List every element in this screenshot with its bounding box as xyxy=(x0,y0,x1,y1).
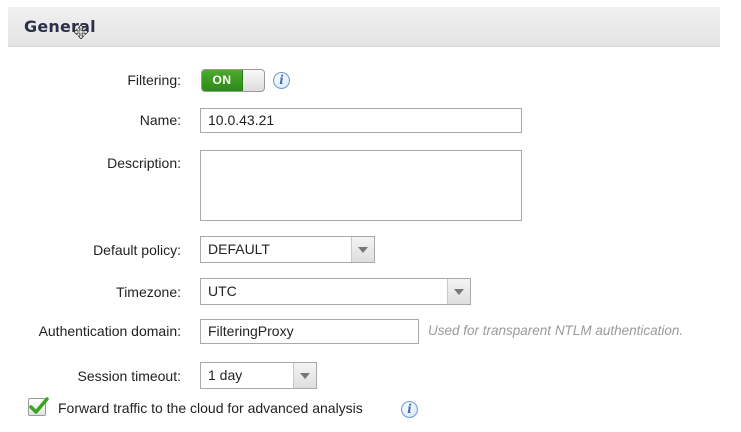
chevron-down-icon[interactable] xyxy=(351,237,374,262)
timezone-select[interactable]: UTC xyxy=(200,278,471,305)
session-timeout-value: 1 day xyxy=(208,367,243,383)
auth-domain-input[interactable]: FilteringProxy xyxy=(200,319,419,344)
filtering-label: Filtering: xyxy=(127,72,181,88)
default-policy-value: DEFAULT xyxy=(208,241,270,257)
auth-domain-label: Authentication domain: xyxy=(38,323,181,339)
timezone-label: Timezone: xyxy=(116,284,181,300)
default-policy-label: Default policy: xyxy=(93,242,181,258)
session-timeout-select[interactable]: 1 day xyxy=(200,362,317,389)
auth-domain-hint: Used for transparent NTLM authentication… xyxy=(428,323,684,338)
filtering-toggle[interactable]: ON xyxy=(201,69,265,92)
toggle-state-label: ON xyxy=(202,70,243,91)
session-timeout-label: Session timeout: xyxy=(77,368,182,384)
chevron-down-icon[interactable] xyxy=(447,279,470,304)
checkmark-icon xyxy=(29,397,49,414)
timezone-value: UTC xyxy=(208,283,237,299)
name-input[interactable]: 10.0.43.21 xyxy=(200,108,522,133)
section-header: General xyxy=(8,7,720,47)
move-cursor-icon xyxy=(74,25,88,39)
forward-traffic-info-icon[interactable]: i xyxy=(401,401,418,418)
forward-traffic-label: Forward traffic to the cloud for advance… xyxy=(58,400,363,416)
description-textarea[interactable] xyxy=(200,150,522,221)
name-label: Name: xyxy=(139,112,181,128)
forward-traffic-checkbox[interactable] xyxy=(28,397,49,416)
filtering-info-icon[interactable]: i xyxy=(273,72,290,89)
default-policy-select[interactable]: DEFAULT xyxy=(200,236,375,263)
chevron-down-icon[interactable] xyxy=(293,363,316,388)
description-label: Description: xyxy=(107,155,181,171)
